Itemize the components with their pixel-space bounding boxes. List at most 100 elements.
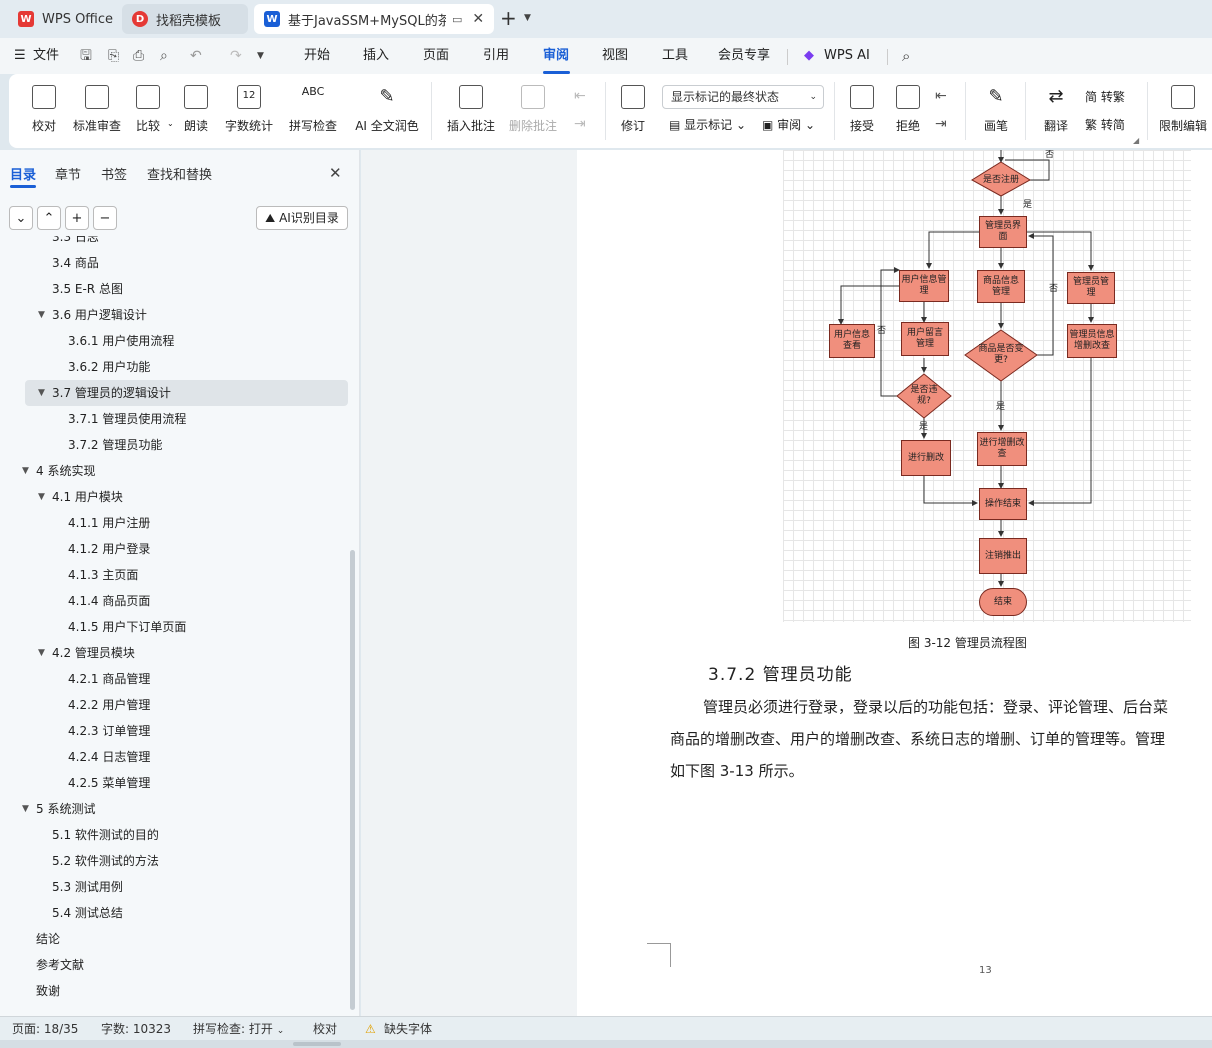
missing-font-status[interactable]: 缺失字体 [384, 1017, 432, 1041]
scrollbar[interactable] [293, 1042, 341, 1046]
read-aloud-button[interactable]: 朗读 [183, 74, 209, 148]
spell-check-status[interactable]: 拼写检查: 打开 ⌄ [193, 1017, 284, 1041]
search-icon[interactable]: ⌕ [902, 38, 910, 74]
toc-item[interactable]: ▼ 3.7 管理员的逻辑设计 [25, 380, 348, 406]
proofread-status[interactable]: 校对 [313, 1017, 337, 1041]
tab-find-replace[interactable]: 查找和替换 [147, 164, 212, 183]
page-indicator[interactable]: 页面: 18/35 [12, 1017, 78, 1041]
toc-item[interactable]: 4.1.4 商品页面 [0, 588, 350, 614]
tab-docer-templates[interactable]: D 找稻壳模板 [122, 4, 248, 34]
new-tab-plus-icon[interactable]: + [500, 8, 517, 28]
add-heading-button[interactable]: + [65, 206, 89, 230]
scrollbar[interactable] [350, 550, 355, 1010]
show-marks-button[interactable]: ▤ 显示标记 ⌄ [669, 116, 746, 133]
toc-item[interactable]: 4.2.5 菜单管理 [0, 770, 350, 796]
to-simplified-button[interactable]: 繁 转简 [1085, 116, 1125, 133]
save-icon[interactable]: 🖫 [80, 38, 92, 74]
delete-comment-button[interactable]: 删除批注 [509, 74, 557, 148]
chevron-down-icon[interactable]: ▼ [524, 13, 531, 23]
ai-polish-button[interactable]: ✎ AI 全文润色 [355, 74, 419, 148]
pen-button[interactable]: ✎ 画笔 [983, 74, 1009, 148]
toc-item[interactable]: 4.1.5 用户下订单页面 [0, 614, 350, 640]
toc-item[interactable]: 5.2 软件测试的方法 [0, 848, 350, 874]
toc-item[interactable]: 5.1 软件测试的目的 [0, 822, 350, 848]
revise-button[interactable]: 修订 [619, 74, 647, 148]
menu-member[interactable]: 会员专享 [718, 38, 770, 74]
menu-review[interactable]: 审阅 [543, 38, 569, 74]
menu-tools[interactable]: 工具 [662, 38, 688, 74]
redo-icon[interactable]: ↷ [230, 38, 242, 74]
toc-item[interactable]: 致谢 [0, 978, 350, 1004]
toc-item[interactable]: ▼ 4.1 用户模块 [0, 484, 350, 510]
toc-item[interactable]: 4.1.3 主页面 [0, 562, 350, 588]
next-change-icon[interactable]: ⇥ [935, 116, 947, 132]
translate-button[interactable]: ⇄ 翻译 [1039, 74, 1073, 148]
tab-toc[interactable]: 目录 [10, 164, 36, 183]
toc-item[interactable]: ▼ 3.6 用户逻辑设计 [0, 302, 350, 328]
toc-item[interactable]: 4.1.2 用户登录 [0, 536, 350, 562]
reject-button[interactable]: 拒绝 [895, 74, 921, 148]
wps-ai-menu[interactable]: WPS AI [824, 38, 870, 74]
menu-page[interactable]: 页面 [423, 38, 449, 74]
expand-caret-icon[interactable]: ▼ [38, 380, 45, 406]
toc-item[interactable]: 4.2.1 商品管理 [0, 666, 350, 692]
toc-item[interactable]: 3.5 E-R 总图 [0, 276, 350, 302]
toc-item[interactable]: 5.3 测试用例 [0, 874, 350, 900]
word-count-indicator[interactable]: 字数: 10323 [101, 1017, 171, 1041]
monitor-icon[interactable]: ▭ [452, 13, 462, 26]
toc-item[interactable]: 结论 [0, 926, 350, 952]
expand-up-button[interactable]: ⌃ [37, 206, 61, 230]
toc-item[interactable]: 3.6.1 用户使用流程 [0, 328, 350, 354]
undo-icon[interactable]: ↶ [190, 38, 202, 74]
expand-group-icon[interactable]: ◢ [1133, 136, 1139, 145]
menu-view[interactable]: 视图 [602, 38, 628, 74]
tab-wps-office[interactable]: W WPS Office [8, 4, 116, 34]
toc-item[interactable]: ▼ 4 系统实现 [0, 458, 350, 484]
accept-button[interactable]: 接受 [849, 74, 875, 148]
toc-item[interactable]: ▼ 4.2 管理员模块 [0, 640, 350, 666]
toc-item[interactable]: 3.7.1 管理员使用流程 [0, 406, 350, 432]
word-count-button[interactable]: 12 字数统计 [225, 74, 273, 148]
file-menu[interactable]: 文件 [33, 38, 59, 74]
proofread-button[interactable]: 校对 [29, 74, 59, 148]
menu-insert[interactable]: 插入 [363, 38, 389, 74]
menu-reference[interactable]: 引用 [483, 38, 509, 74]
toc-item[interactable]: 3.3 日志 [0, 236, 350, 250]
tab-document[interactable]: W 基于JavaSSM+MySQL的茶 ▭ ✕ [254, 4, 494, 34]
toc-item[interactable]: 3.6.2 用户功能 [0, 354, 350, 380]
print-preview-icon[interactable]: ⌕ [160, 38, 168, 74]
expand-caret-icon[interactable]: ▼ [22, 796, 29, 822]
tab-chapters[interactable]: 章节 [55, 164, 81, 183]
ai-toc-button[interactable]: ⛰ AI识别目录 [256, 206, 348, 230]
close-icon[interactable]: ✕ [329, 164, 342, 182]
menu-home[interactable]: 开始 [304, 38, 330, 74]
hamburger-icon[interactable]: ☰ [14, 38, 26, 74]
standard-review-button[interactable]: 标准审查 [73, 74, 121, 148]
previous-comment-icon[interactable]: ⇤ [574, 88, 586, 104]
chevron-down-icon[interactable]: ▼ [257, 38, 264, 74]
insert-comment-button[interactable]: 插入批注 [447, 74, 495, 148]
tab-bookmarks[interactable]: 书签 [101, 164, 127, 183]
expand-caret-icon[interactable]: ▼ [38, 302, 45, 328]
toc-item[interactable]: ▼ 5 系统测试 [0, 796, 350, 822]
remove-heading-button[interactable]: − [93, 206, 117, 230]
display-state-select[interactable]: 显示标记的最终状态 ⌄ [662, 85, 824, 109]
toc-item[interactable]: 4.2.3 订单管理 [0, 718, 350, 744]
toc-item[interactable]: 参考文献 [0, 952, 350, 978]
expand-caret-icon[interactable]: ▼ [38, 484, 45, 510]
toc-item[interactable]: 5.4 测试总结 [0, 900, 350, 926]
review-pane-button[interactable]: ▣ 审阅 ⌄ [762, 116, 815, 133]
close-icon[interactable]: ✕ [472, 11, 484, 27]
print-icon[interactable]: ⎙ [133, 38, 144, 74]
toc-item[interactable]: 3.4 商品 [0, 250, 350, 276]
format-painter-icon[interactable]: ⎘ [108, 38, 119, 74]
expand-caret-icon[interactable]: ▼ [22, 458, 29, 484]
previous-change-icon[interactable]: ⇤ [935, 88, 947, 104]
toc-item[interactable]: 3.7.2 管理员功能 [0, 432, 350, 458]
collapse-all-button[interactable]: ⌄ [9, 206, 33, 230]
restrict-edit-button[interactable]: 限制编辑 [1159, 74, 1207, 148]
to-traditional-button[interactable]: 简 转繁 [1085, 88, 1125, 105]
toc-item[interactable]: 4.1.1 用户注册 [0, 510, 350, 536]
spell-check-button[interactable]: ABC 拼写检查 [289, 74, 337, 148]
toc-item[interactable]: 4.2.2 用户管理 [0, 692, 350, 718]
